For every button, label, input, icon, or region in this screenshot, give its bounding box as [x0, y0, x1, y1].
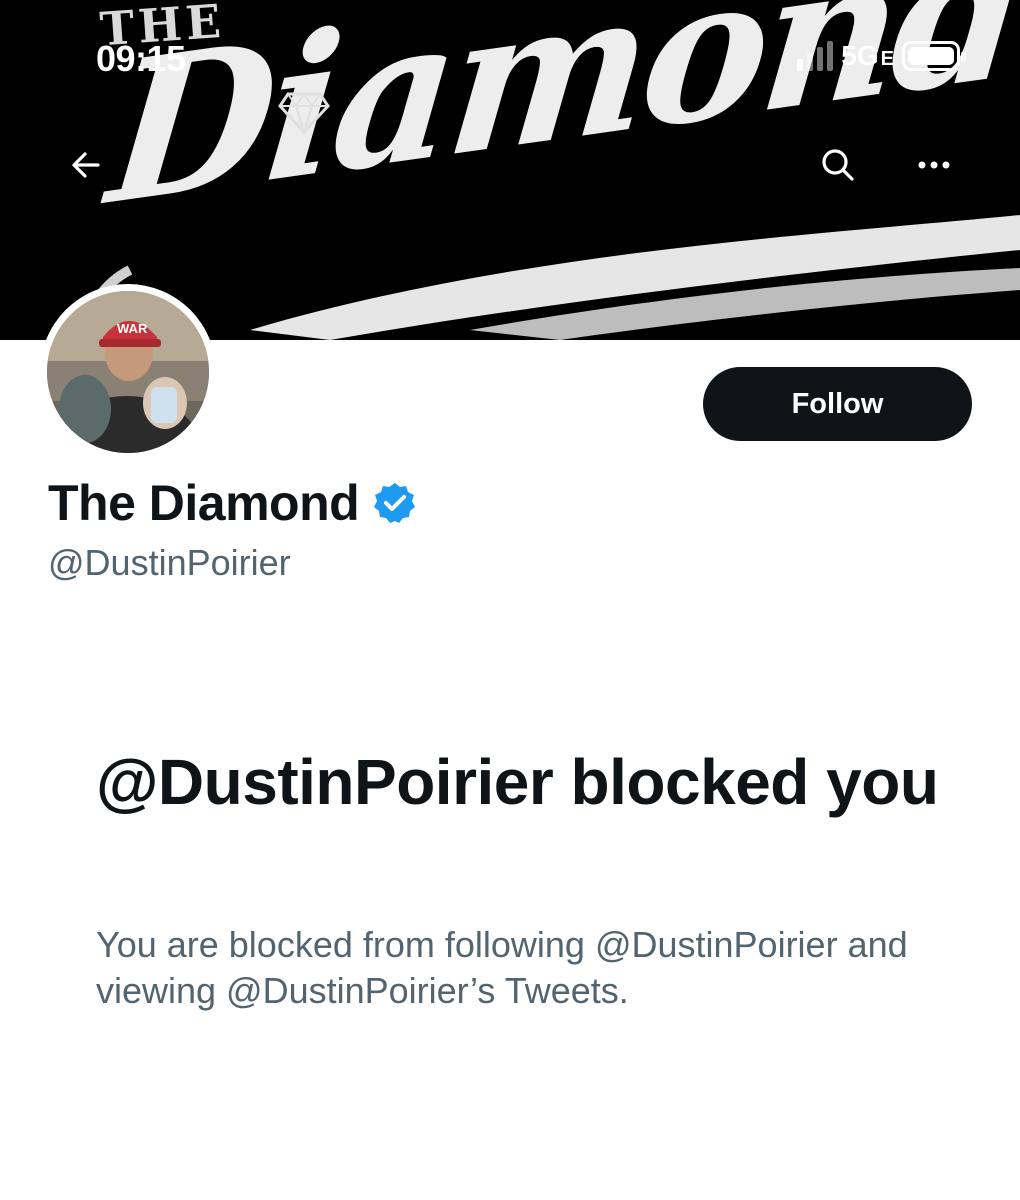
- more-dots-icon: [918, 161, 950, 169]
- follow-button[interactable]: Follow: [703, 367, 972, 441]
- blocked-description: You are blocked from following @DustinPo…: [96, 924, 908, 1011]
- avatar-image: WAR: [47, 291, 209, 453]
- avatar-cap-text: WAR: [117, 321, 148, 336]
- battery-icon: [902, 41, 966, 71]
- display-name-text: The Diamond: [48, 475, 360, 531]
- status-indicators: 5G E: [797, 40, 966, 72]
- network-type: 5G E: [841, 40, 894, 71]
- search-icon: [822, 149, 854, 181]
- cellular-signal-icon: [797, 41, 834, 71]
- verified-badge-icon[interactable]: [373, 481, 417, 525]
- back-button[interactable]: [54, 133, 118, 197]
- avatar-photo: WAR: [47, 291, 209, 453]
- profile-avatar[interactable]: WAR: [40, 284, 216, 460]
- search-button[interactable]: [806, 133, 870, 197]
- diamond-icon: [278, 92, 330, 134]
- blocked-title: @DustinPoirier blocked you: [96, 746, 939, 818]
- arrow-left-icon: [72, 152, 100, 178]
- profile-handle: @DustinPoirier: [48, 542, 291, 583]
- more-options-button[interactable]: [902, 133, 966, 197]
- profile-display-name: The Diamond: [48, 474, 417, 532]
- status-time: 09:15: [96, 38, 186, 79]
